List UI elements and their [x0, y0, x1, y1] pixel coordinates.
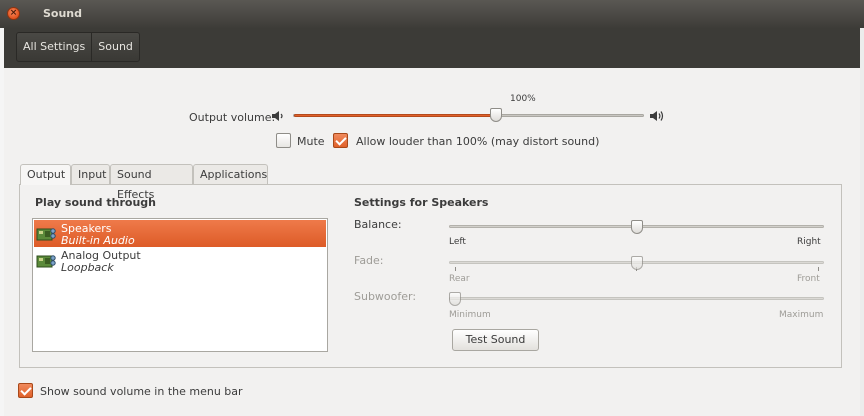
tab-sound-effects[interactable]: Sound Effects — [110, 164, 193, 201]
device-description: Built-in Audio — [61, 234, 135, 247]
output-device-list[interactable]: Speakers Built-in Audio Analog Output Lo… — [32, 218, 328, 352]
fade-tick-right — [818, 267, 819, 271]
show-volume-in-menu-bar-checkbox[interactable] — [18, 383, 33, 398]
fade-front-label: Front — [797, 274, 820, 284]
output-volume-fill — [294, 114, 498, 117]
subwoofer-minimum-label: Minimum — [449, 310, 491, 320]
test-sound-button[interactable]: Test Sound — [452, 329, 539, 351]
subwoofer-slider[interactable] — [449, 297, 824, 300]
sound-settings-window: × Sound All Settings Sound Output volume… — [0, 0, 864, 416]
settings-for-speakers-title: Settings for Speakers — [354, 196, 489, 209]
desktop-background-right — [860, 0, 864, 416]
allow-louder-label: Allow louder than 100% (may distort soun… — [356, 135, 600, 148]
output-volume-thumb[interactable] — [489, 108, 502, 122]
device-description: Loopback — [61, 261, 114, 274]
allow-louder-checkbox[interactable] — [333, 133, 348, 148]
mute-checkbox[interactable] — [276, 133, 291, 148]
mute-label: Mute — [297, 135, 325, 148]
breadcrumb-sound[interactable]: Sound — [91, 33, 139, 61]
fade-thumb[interactable] — [630, 256, 643, 270]
show-volume-in-menu-bar-label: Show sound volume in the menu bar — [40, 385, 243, 398]
list-item[interactable]: Speakers Built-in Audio — [34, 220, 326, 247]
breadcrumb-all-settings[interactable]: All Settings — [17, 33, 91, 61]
toolbar: All Settings Sound — [4, 28, 860, 68]
subwoofer-label: Subwoofer: — [354, 290, 417, 303]
balance-left-label: Left — [449, 237, 466, 247]
list-item[interactable]: Analog Output Loopback — [34, 247, 326, 274]
tab-output[interactable]: Output — [20, 164, 71, 185]
subwoofer-maximum-label: Maximum — [779, 310, 824, 320]
subwoofer-thumb[interactable] — [449, 292, 461, 306]
title-bar[interactable]: × Sound — [0, 0, 864, 28]
breadcrumb: All Settings Sound — [16, 32, 140, 62]
tab-applications[interactable]: Applications — [193, 164, 268, 184]
sound-card-icon — [36, 228, 56, 241]
tab-input[interactable]: Input — [71, 164, 110, 184]
fade-rear-label: Rear — [449, 274, 470, 284]
sound-card-icon — [36, 255, 56, 268]
close-icon[interactable]: × — [7, 7, 20, 20]
speaker-low-icon — [272, 111, 283, 121]
speaker-high-icon — [650, 111, 664, 121]
fade-tick-left — [455, 267, 456, 271]
play-sound-through-title: Play sound through — [35, 196, 156, 209]
output-volume-label: Output volume: — [189, 111, 276, 124]
output-volume-slider[interactable] — [293, 114, 644, 117]
balance-label: Balance: — [354, 218, 402, 231]
balance-right-label: Right — [797, 237, 821, 247]
volume-100-percent-mark: 100% — [510, 94, 536, 104]
fade-label: Fade: — [354, 254, 384, 267]
window-title: Sound — [43, 7, 83, 20]
balance-thumb[interactable] — [630, 220, 643, 234]
